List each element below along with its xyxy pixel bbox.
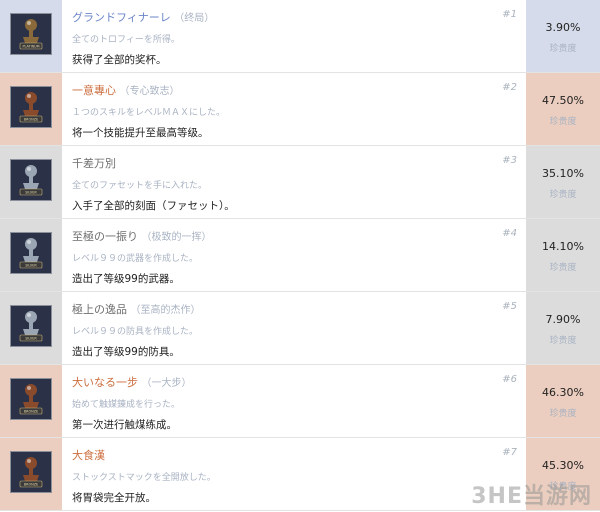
trophy-desc-jp: 全てのファセットを手に入れた。: [72, 181, 208, 191]
trophy-name: 極上の逸品 （至高的杰作）: [72, 301, 201, 317]
rarity-percent: 47.50%: [542, 94, 584, 107]
trophy-subtitle: （至高的杰作）: [130, 305, 201, 316]
rarity-cell: 46.30% 珍贵度: [525, 365, 600, 437]
trophy-icon: BRONZE: [10, 451, 52, 493]
trophy-info: 極上の逸品 （至高的杰作） レベル９９の防具を作成した。 造出了等级99的防具。…: [62, 292, 525, 364]
trophy-row[interactable]: BRONZE 一意專心 （专心致志） １つのスキルをレベルＭＡＸにした。 将一个…: [0, 73, 600, 146]
trophy-side: SILVER: [0, 219, 62, 291]
trophy-desc-cn: 获得了全部的奖杯。: [72, 54, 167, 66]
trophy-desc-cn: 将胃袋完全开放。: [72, 492, 156, 504]
trophy-tier-label: SILVER: [25, 191, 37, 195]
trophy-side: PLATINUM: [0, 0, 62, 72]
trophy-desc-jp: 始めて触媒錬成を行った。: [72, 400, 181, 410]
trophy-tier-label: BRONZE: [24, 410, 38, 414]
trophy-desc-cn: 第一次进行触煤练成。: [72, 419, 177, 431]
trophy-side: SILVER: [0, 146, 62, 218]
trophy-number: #4: [502, 228, 517, 239]
trophy-title: グランドフィナーレ: [72, 11, 171, 24]
trophy-tier-label: BRONZE: [24, 118, 38, 122]
trophy-info: 至極の一振り （极致的一挥） レベル９９の武器を作成した。 造出了等级99的武器…: [62, 219, 525, 291]
trophy-info: 千差万別 全てのファセットを手に入れた。 入手了全部的刻面（ファセット）。 #3: [62, 146, 525, 218]
trophy-row[interactable]: SILVER 至極の一振り （极致的一挥） レベル９９の武器を作成した。 造出了…: [0, 219, 600, 292]
trophy-icon: BRONZE: [10, 86, 52, 128]
trophy-desc-cn: 造出了等级99的武器。: [72, 273, 180, 285]
rarity-label: 珍贵度: [549, 336, 577, 346]
rarity-cell: 3.90% 珍贵度: [525, 0, 600, 72]
trophy-title: 大食漢: [72, 449, 105, 462]
rarity-percent: 3.90%: [545, 21, 581, 34]
trophy-row[interactable]: BRONZE 大いなる一步 （一大步） 始めて触媒錬成を行った。 第一次进行触煤…: [0, 365, 600, 438]
trophy-icon: PLATINUM: [10, 13, 52, 55]
trophy-number: #1: [502, 9, 517, 20]
trophy-icon: SILVER: [10, 305, 52, 347]
trophy-info: グランドフィナーレ （终局） 全てのトロフィーを所得。 获得了全部的奖杯。 #1: [62, 0, 525, 72]
trophy-tier-label: SILVER: [25, 264, 37, 268]
trophy-number: #2: [502, 82, 517, 93]
trophy-title: 一意專心: [72, 84, 116, 97]
rarity-cell: 14.10% 珍贵度: [525, 219, 600, 291]
trophy-subtitle: （一大步）: [141, 378, 192, 389]
trophy-icon: SILVER: [10, 232, 52, 274]
trophy-name: 大食漢: [72, 447, 105, 463]
rarity-label: 珍贵度: [549, 263, 577, 273]
trophy-list: PLATINUM グランドフィナーレ （终局） 全てのトロフィーを所得。 获得了…: [0, 0, 600, 511]
trophy-title: 至極の一振り: [72, 230, 138, 243]
rarity-label: 珍贵度: [549, 117, 577, 127]
trophy-tier-label: SILVER: [25, 337, 37, 341]
trophy-desc-jp: レベル９９の武器を作成した。: [72, 254, 199, 264]
trophy-row[interactable]: SILVER 極上の逸品 （至高的杰作） レベル９９の防具を作成した。 造出了等…: [0, 292, 600, 365]
trophy-subtitle: （极致的一挥）: [141, 232, 212, 243]
rarity-label: 珍贵度: [549, 44, 577, 54]
trophy-side: BRONZE: [0, 438, 62, 510]
trophy-side: BRONZE: [0, 365, 62, 437]
trophy-desc-cn: 入手了全部的刻面（ファセット）。: [72, 200, 235, 212]
trophy-desc-jp: ストックストマックを全開放した。: [72, 473, 216, 483]
rarity-percent: 14.10%: [542, 240, 584, 253]
trophy-info: 一意專心 （专心致志） １つのスキルをレベルＭＡＸにした。 将一个技能提升至最高…: [62, 73, 525, 145]
rarity-label: 珍贵度: [549, 190, 577, 200]
trophy-number: #7: [502, 447, 517, 458]
trophy-desc-jp: １つのスキルをレベルＭＡＸにした。: [72, 108, 226, 118]
trophy-desc-jp: レベル９９の防具を作成した。: [72, 327, 199, 337]
trophy-name: 大いなる一步 （一大步）: [72, 374, 192, 390]
trophy-info: 大いなる一步 （一大步） 始めて触媒錬成を行った。 第一次进行触煤练成。 #6: [62, 365, 525, 437]
trophy-icon: BRONZE: [10, 378, 52, 420]
trophy-title: 極上の逸品: [72, 303, 127, 316]
trophy-title: 大いなる一步: [72, 376, 138, 389]
trophy-row[interactable]: SILVER 千差万別 全てのファセットを手に入れた。 入手了全部的刻面（ファセ…: [0, 146, 600, 219]
trophy-side: SILVER: [0, 292, 62, 364]
rarity-label: 珍贵度: [549, 409, 577, 419]
rarity-cell: 47.50% 珍贵度: [525, 73, 600, 145]
trophy-side: BRONZE: [0, 73, 62, 145]
trophy-row[interactable]: PLATINUM グランドフィナーレ （终局） 全てのトロフィーを所得。 获得了…: [0, 0, 600, 73]
trophy-name: グランドフィナーレ （终局）: [72, 9, 214, 25]
trophy-tier-label: PLATINUM: [22, 45, 39, 49]
trophy-name: 千差万別: [72, 155, 116, 171]
trophy-title: 千差万別: [72, 157, 116, 170]
trophy-name: 至極の一振り （极致的一挥）: [72, 228, 212, 244]
rarity-percent: 35.10%: [542, 167, 584, 180]
trophy-tier-label: BRONZE: [24, 483, 38, 487]
watermark: 3HE当游网: [471, 484, 592, 509]
trophy-number: #3: [502, 155, 517, 166]
trophy-subtitle: （专心致志）: [119, 86, 180, 97]
rarity-percent: 46.30%: [542, 386, 584, 399]
trophy-subtitle: （终局）: [174, 13, 215, 24]
trophy-name: 一意專心 （专心致志）: [72, 82, 180, 98]
trophy-icon: SILVER: [10, 159, 52, 201]
trophy-number: #6: [502, 374, 517, 385]
trophy-number: #5: [502, 301, 517, 312]
rarity-cell: 7.90% 珍贵度: [525, 292, 600, 364]
rarity-percent: 45.30%: [542, 459, 584, 472]
trophy-info: 大食漢 ストックストマックを全開放した。 将胃袋完全开放。 #7: [62, 438, 525, 510]
rarity-percent: 7.90%: [545, 313, 581, 326]
trophy-desc-cn: 造出了等级99的防具。: [72, 346, 180, 358]
trophy-desc-jp: 全てのトロフィーを所得。: [72, 35, 180, 45]
rarity-cell: 35.10% 珍贵度: [525, 146, 600, 218]
trophy-desc-cn: 将一个技能提升至最高等级。: [72, 127, 209, 139]
